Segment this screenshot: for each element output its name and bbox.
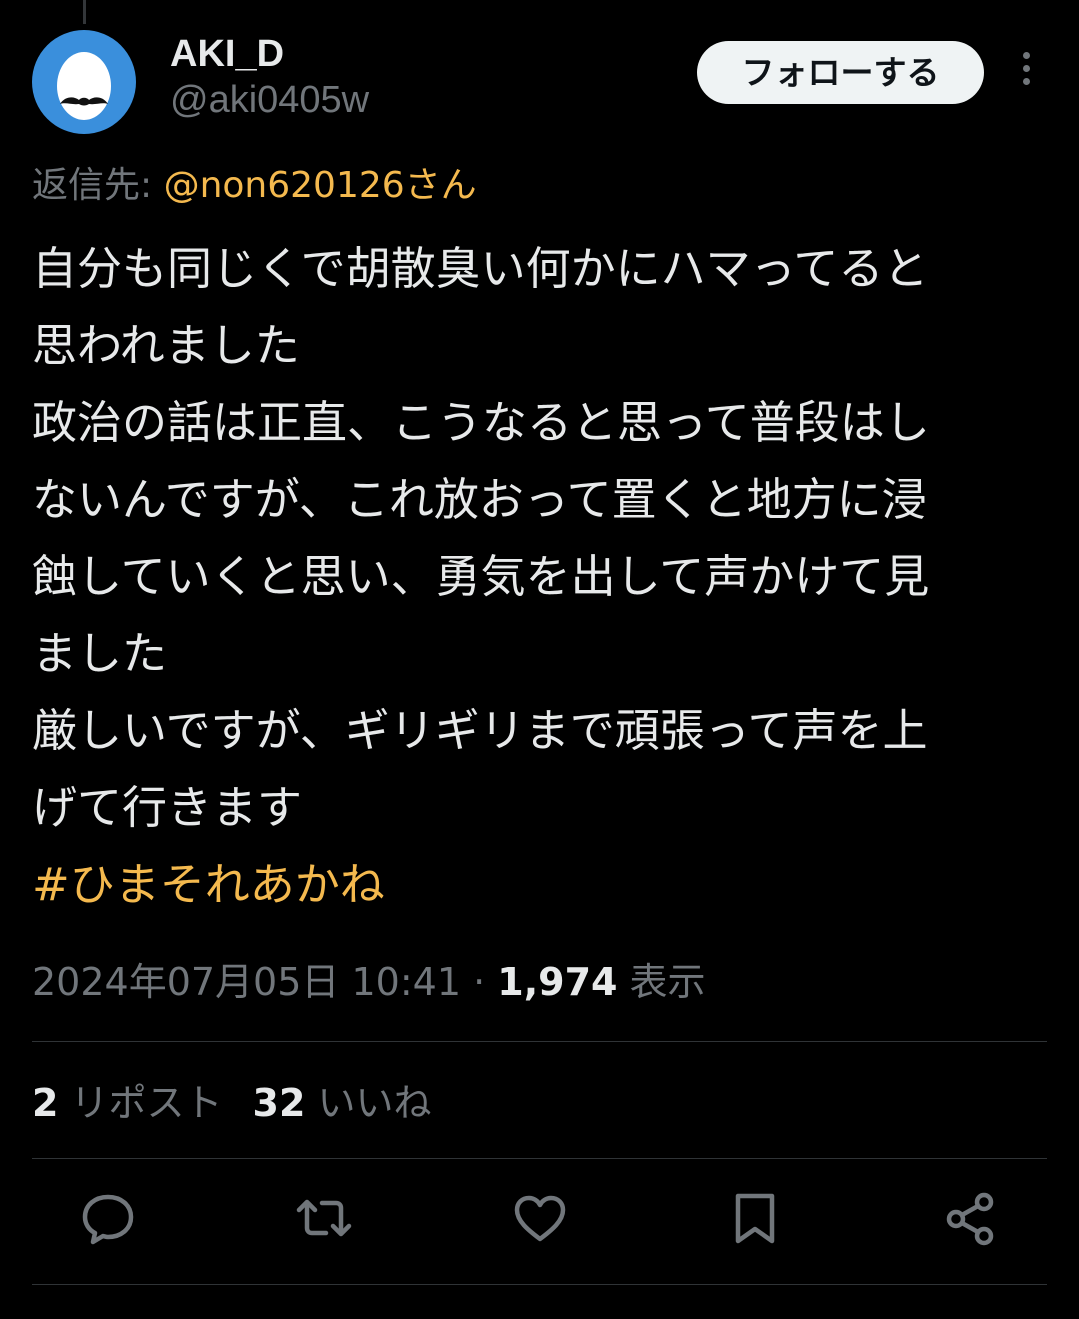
tweet-text: 自分も同じくで胡散臭い何かにハマってると 思われました 政治の話は正直、こうなる… — [32, 230, 1042, 846]
likes-stat[interactable]: 32 いいね — [253, 1076, 432, 1130]
egg-mustache-icon — [57, 52, 111, 120]
reposts-count: 2 — [32, 1081, 59, 1125]
engagement-stats: 2 リポスト 32 いいね — [32, 1076, 462, 1130]
action-bar — [0, 1186, 1079, 1258]
tweet-text-line: ました — [32, 627, 168, 680]
reply-to-label: 返信先: @non620126さん — [32, 160, 477, 212]
more-dots-icon[interactable] — [1015, 52, 1037, 92]
thread-connector-line — [83, 0, 86, 24]
tweet-text-line: 政治の話は正直、こうなると思って普段はし — [32, 396, 930, 449]
tweet-meta: 2024年07月05日 10:41 · 1,974 表示 — [32, 954, 706, 1010]
reply-prefix: 返信先: — [32, 165, 164, 206]
tweet-text-line: げて行きます — [32, 781, 303, 834]
views-label: 表示 — [617, 960, 706, 1004]
tweet-text-line: 蝕していくと思い、勇気を出して声かけて見 — [32, 550, 930, 603]
user-handle[interactable]: @aki0405w — [170, 76, 369, 124]
reposts-label: リポスト — [58, 1081, 223, 1125]
views-count: 1,974 — [497, 960, 618, 1004]
divider — [32, 1284, 1047, 1285]
tweet-text-line: 厳しいですが、ギリギリまで頑張って声を上 — [32, 704, 928, 757]
hashtag-link[interactable]: #ひまそれあかね — [32, 846, 385, 923]
divider — [32, 1158, 1047, 1159]
avatar[interactable] — [32, 30, 136, 134]
likes-count: 32 — [252, 1081, 306, 1125]
tweet-datetime[interactable]: 2024年07月05日 10:41 — [32, 960, 461, 1004]
user-names: AKI_D @aki0405w — [170, 32, 369, 124]
tweet-text-line: 思われました — [32, 319, 300, 372]
meta-separator: · — [461, 960, 498, 1004]
like-icon[interactable] — [508, 1186, 572, 1250]
reply-icon[interactable] — [76, 1186, 140, 1250]
tweet-text-line: 自分も同じくで胡散臭い何かにハマってると — [32, 242, 929, 295]
divider — [32, 1041, 1047, 1042]
likes-label: いいね — [305, 1081, 432, 1125]
share-icon[interactable] — [938, 1186, 1002, 1250]
tweet-text-line: ないんですが、これ放おって置くと地方に浸 — [32, 473, 927, 526]
tweet-header: AKI_D @aki0405w フォローする — [32, 30, 1047, 136]
reposts-stat[interactable]: 2 リポスト — [32, 1076, 223, 1130]
bookmark-icon[interactable] — [723, 1186, 787, 1250]
follow-button[interactable]: フォローする — [697, 41, 984, 104]
display-name[interactable]: AKI_D — [170, 32, 369, 76]
reply-mention-link[interactable]: @non620126さん — [164, 165, 477, 206]
repost-icon[interactable] — [292, 1186, 356, 1250]
